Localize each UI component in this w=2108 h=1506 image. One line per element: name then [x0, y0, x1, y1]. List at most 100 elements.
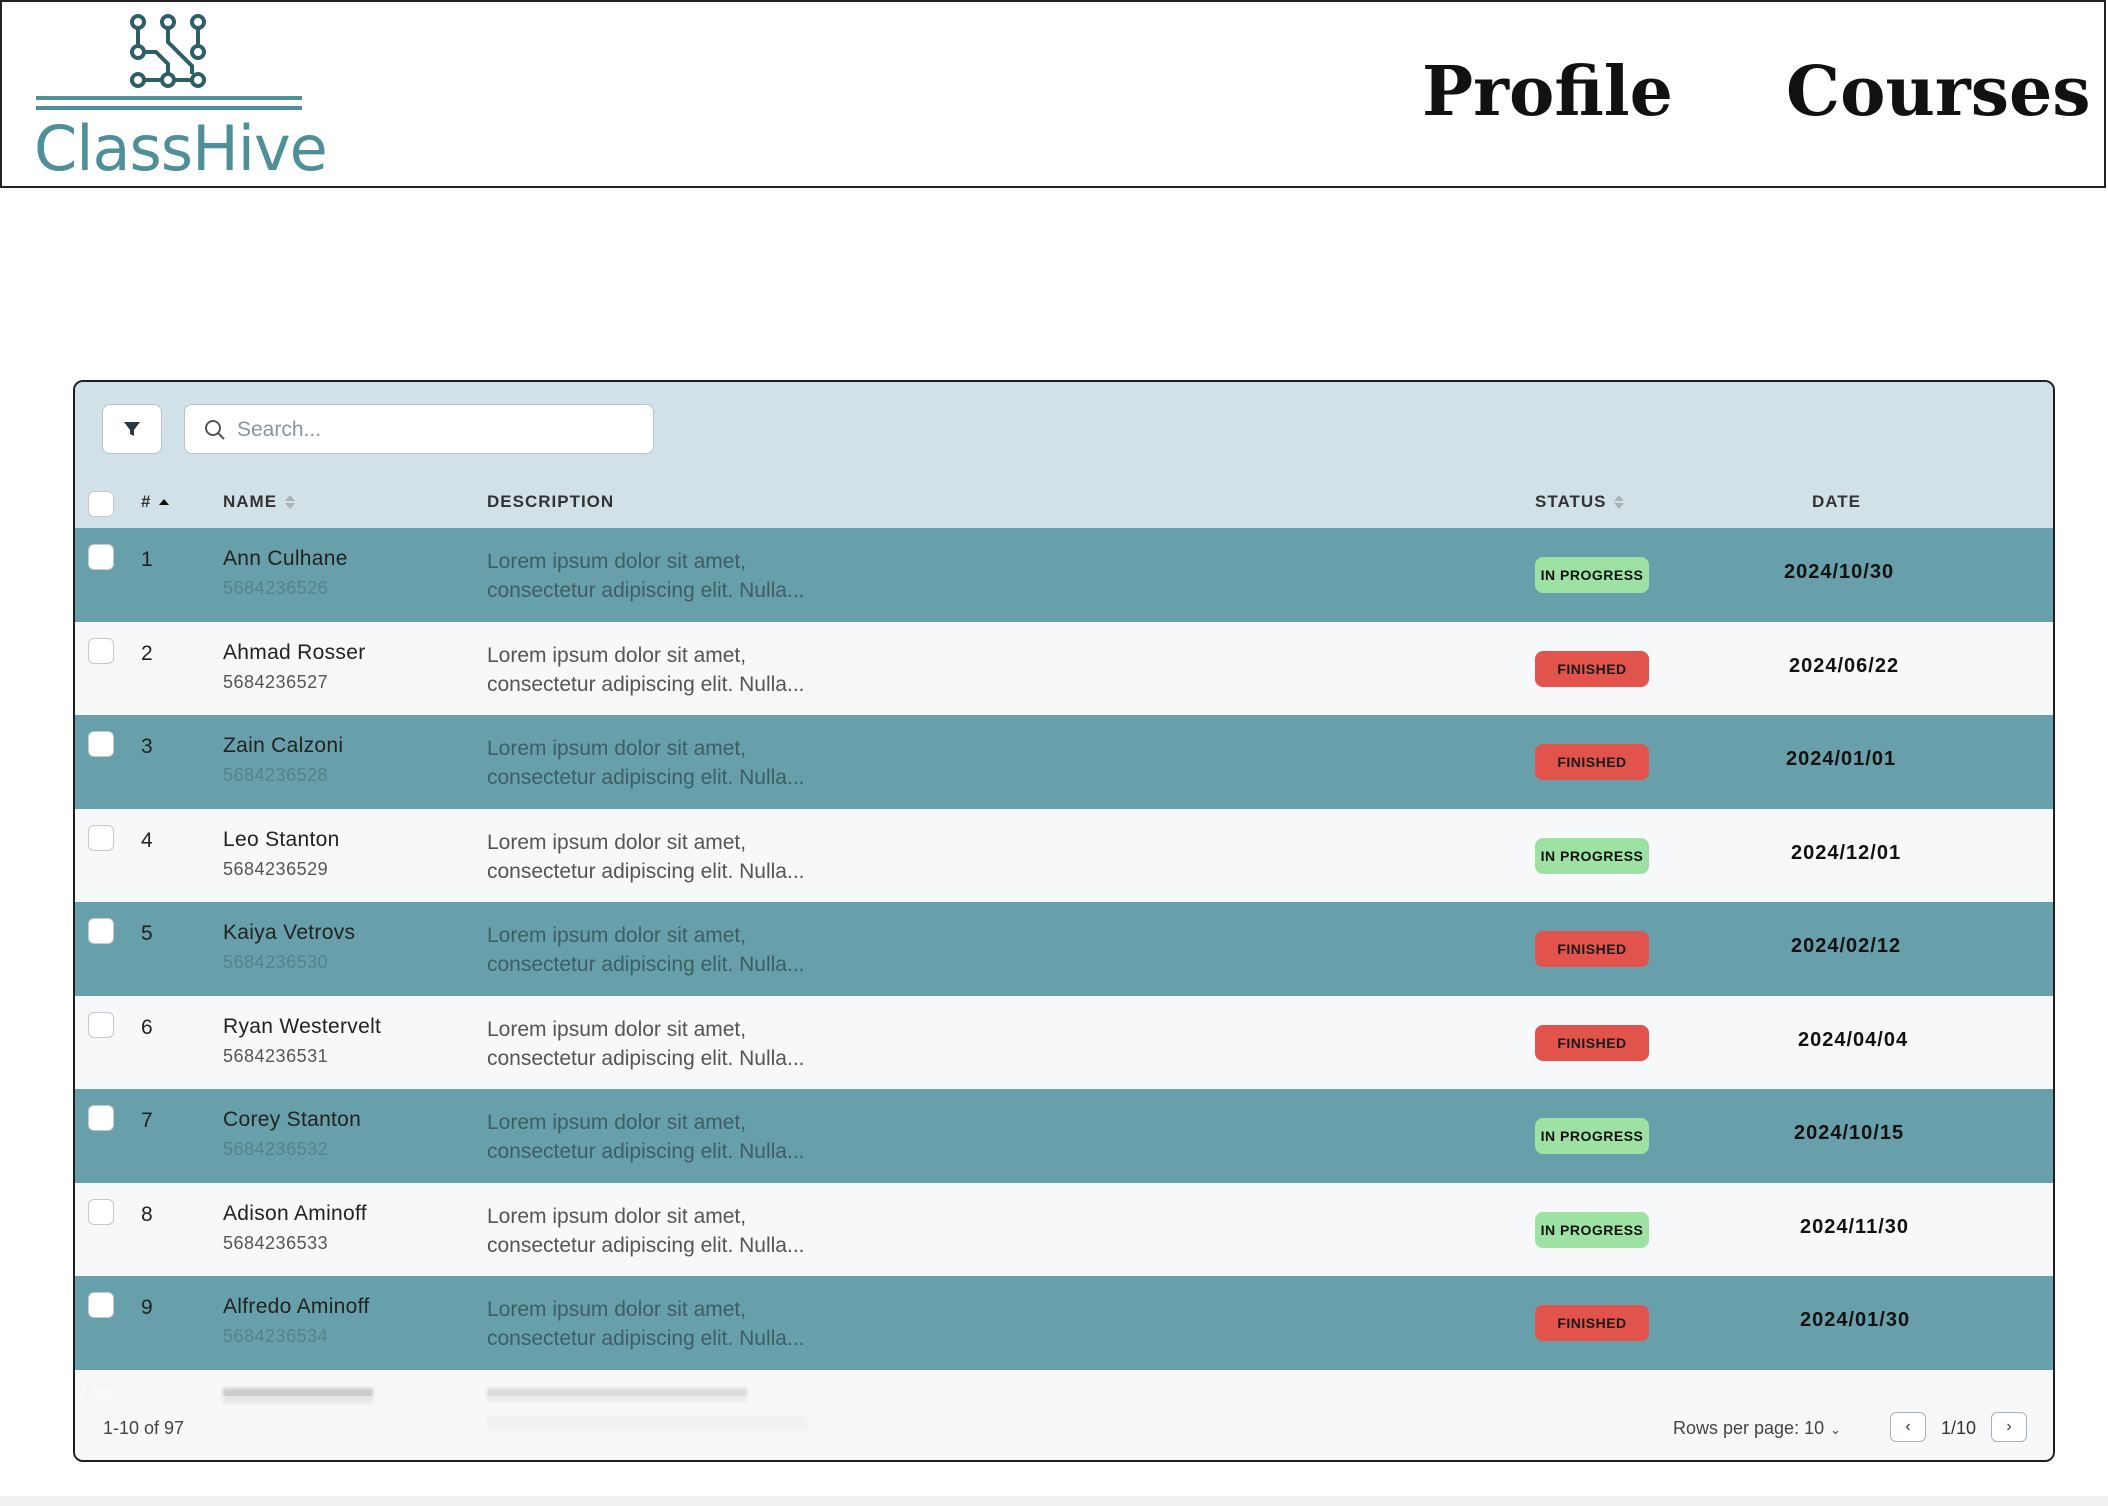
sort-icon[interactable] — [1614, 495, 1625, 509]
next-page-button[interactable]: › — [1991, 1412, 2027, 1442]
row-checkbox[interactable] — [88, 1198, 114, 1225]
status-badge: FINISHED — [1535, 744, 1649, 780]
rows-per-page-select[interactable]: Rows per page: 10 ⌄ — [1673, 1418, 1841, 1439]
student-name: Kaiya Vetrovs — [223, 921, 356, 944]
row-number: 5 — [141, 922, 153, 945]
search-icon — [205, 420, 225, 440]
description: Lorem ipsum dolor sit amet, consectetur a… — [487, 921, 907, 979]
logo-underline — [36, 96, 302, 112]
header-name-label: NAME — [223, 492, 278, 511]
filter-button[interactable] — [102, 404, 162, 454]
table-toolbar: # NAME DESCRIPTION STATUS DATE — [75, 382, 2053, 528]
header-name[interactable]: NAME — [223, 492, 296, 512]
description-line: Lorem ipsum dolor sit amet, — [487, 1017, 747, 1041]
search-box[interactable] — [184, 404, 654, 454]
previous-page-button[interactable]: ‹ — [1890, 1412, 1926, 1442]
row-number: 7 — [141, 1109, 153, 1132]
student-name: Ann Culhane — [223, 547, 348, 570]
row-number: 1 — [141, 548, 153, 571]
table-row[interactable]: 1 Ann Culhane 5684236526 Lorem ipsum dolor … — [75, 528, 2053, 622]
page-indicator: 1/10 — [1941, 1418, 1977, 1438]
row-checkbox[interactable] — [88, 918, 114, 944]
course-date: 2024/11/30 — [1800, 1215, 1909, 1238]
course-date: 2024/02/12 — [1791, 935, 1902, 957]
row-number: 3 — [141, 735, 153, 758]
search-input[interactable] — [237, 413, 637, 447]
student-id: 5684236527 — [223, 671, 329, 692]
status-badge: FINISHED — [1535, 1305, 1649, 1341]
circuit-node-icon — [130, 14, 206, 88]
status-badge: FINISHED — [1535, 931, 1649, 967]
row-checkbox[interactable] — [88, 1105, 114, 1131]
description-line: consectetur adipiscing elit. Nulla... — [487, 1327, 805, 1350]
student-id: 5684236533 — [223, 1232, 329, 1253]
table-row[interactable]: 3 Zain Calzoni 5684236528 Lorem ipsum dolor… — [75, 715, 2053, 809]
description-line: Lorem ipsum dolor sit amet, — [487, 924, 747, 947]
description: Lorem ipsum dolor sit amet, consectetur a… — [487, 828, 907, 886]
rows-per-page-label: Rows per page: 10 — [1673, 1418, 1825, 1438]
student-id: 5684236529 — [223, 858, 329, 879]
nav-profile-link[interactable]: Profile — [1422, 58, 1673, 126]
table-row[interactable]: 7 Corey Stanton 5684236532 Lorem ipsum dolo… — [75, 1089, 2053, 1183]
student-id: 5684236528 — [223, 765, 329, 785]
status-badge: IN PROGRESS — [1535, 1211, 1649, 1248]
description-line: Lorem ipsum dolor sit amet, — [487, 830, 747, 854]
table-row[interactable]: 5 Kaiya Vetrovs 5684236530 Lorem ipsum dolo… — [75, 902, 2053, 996]
description-line: Lorem ipsum dolor sit amet, — [487, 1204, 747, 1228]
header-date-label: DATE — [1812, 492, 1862, 511]
header-number-label: # — [141, 492, 152, 511]
table-row[interactable]: 6 Ryan Westervelt 5684236531 Lorem ipsum do… — [75, 995, 2053, 1089]
student-id: 5684236532 — [223, 1139, 329, 1159]
course-date: 2024/04/04 — [1798, 1028, 1909, 1051]
page-bottom-strip — [0, 1496, 2108, 1506]
description-line: consectetur adipiscing elit. Nulla... — [487, 1046, 805, 1070]
header-status[interactable]: STATUS — [1535, 492, 1625, 512]
row-checkbox[interactable] — [88, 824, 114, 851]
brand-name: ClassHive — [34, 112, 328, 185]
classhive-logo[interactable]: ClassHive — [34, 14, 328, 184]
chevron-down-icon: ⌄ — [1830, 1422, 1841, 1437]
sort-ascending-icon[interactable] — [159, 499, 170, 505]
description: Lorem ipsum dolor sit amet, consectetur a… — [487, 1295, 907, 1353]
row-checkbox[interactable] — [88, 1292, 114, 1318]
description-line: Lorem ipsum dolor sit amet, — [487, 1111, 747, 1134]
row-checkbox[interactable] — [88, 1011, 114, 1038]
table-row[interactable]: 2 Ahmad Rosser 5684236527 Lorem ipsum dolor… — [75, 621, 2053, 715]
course-date: 2024/12/01 — [1791, 841, 1902, 864]
student-name: Zain Calzoni — [223, 734, 344, 757]
description: Lorem ipsum dolor sit amet, consectetur a… — [487, 641, 907, 699]
description-line: Lorem ipsum dolor sit amet, — [487, 643, 747, 667]
table-body: 1 Ann Culhane 5684236526 Lorem ipsum dolor … — [75, 528, 2053, 1370]
description-line: consectetur adipiscing elit. Nulla... — [487, 1140, 805, 1163]
description: Lorem ipsum dolor sit amet, consectetur a… — [487, 547, 907, 605]
row-checkbox[interactable] — [88, 544, 114, 570]
row-checkbox[interactable] — [88, 731, 114, 757]
student-id: 5684236530 — [223, 952, 329, 972]
header-number[interactable]: # — [141, 492, 170, 512]
student-name: Adison Aminoff — [223, 1201, 367, 1225]
description-line: consectetur adipiscing elit. Nulla... — [487, 953, 805, 976]
description-line: consectetur adipiscing elit. Nulla... — [487, 579, 805, 602]
student-id: 5684236534 — [223, 1326, 329, 1346]
students-table-card: # NAME DESCRIPTION STATUS DATE 1 Ann Culh… — [73, 380, 2055, 1462]
description-line: Lorem ipsum dolor sit amet, — [487, 737, 747, 760]
row-number: 9 — [141, 1296, 153, 1319]
status-badge: IN PROGRESS — [1535, 557, 1649, 593]
description-line: Lorem ipsum dolor sit amet, — [487, 1298, 747, 1321]
description: Lorem ipsum dolor sit amet, consectetur a… — [487, 1202, 907, 1260]
student-name: Corey Stanton — [223, 1108, 362, 1131]
row-checkbox[interactable] — [88, 637, 114, 664]
student-name: Ahmad Rosser — [223, 640, 366, 664]
table-row[interactable]: 9 Alfredo Aminoff 5684236534 Lorem ipsum do… — [75, 1276, 2053, 1370]
student-id: 5684236526 — [223, 578, 329, 598]
table-row[interactable]: 4 Leo Stanton 5684236529 Lorem ipsum dolor … — [75, 808, 2053, 902]
course-date: 2024/01/30 — [1800, 1309, 1911, 1331]
description-line: consectetur adipiscing elit. Nulla... — [487, 766, 805, 789]
nav-courses-link[interactable]: Courses — [1786, 58, 2091, 126]
sort-icon[interactable] — [285, 495, 296, 509]
table-row[interactable]: 8 Adison Aminoff 5684236533 Lorem ipsum dol… — [75, 1182, 2053, 1276]
header-status-label: STATUS — [1535, 492, 1607, 511]
student-id: 5684236531 — [223, 1045, 329, 1066]
select-all-checkbox[interactable] — [88, 491, 114, 517]
status-badge: IN PROGRESS — [1535, 837, 1649, 874]
